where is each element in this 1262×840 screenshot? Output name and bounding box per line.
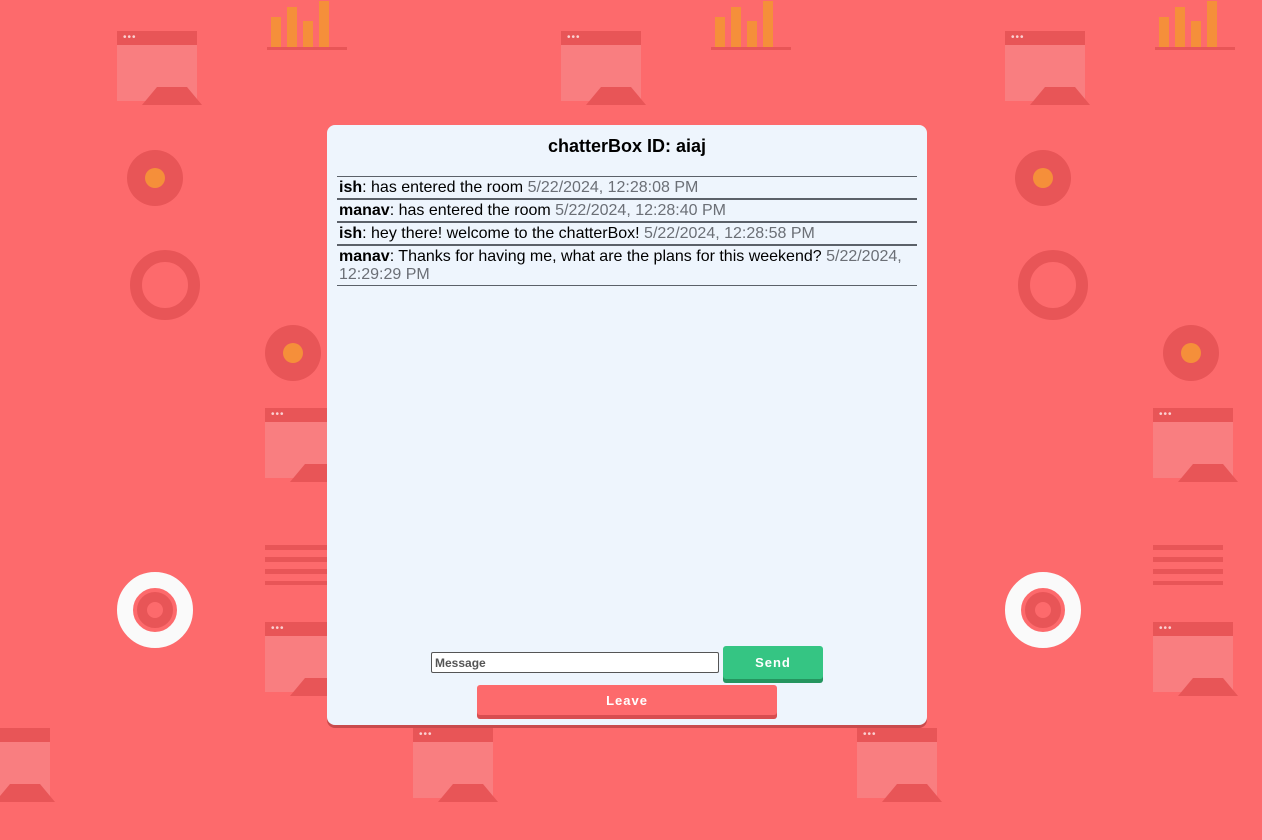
window-icon: ••• [1005, 31, 1090, 105]
message-sender: ish [339, 179, 363, 196]
bar-chart-icon [1155, 0, 1235, 50]
gear-icon [265, 325, 321, 381]
magnet-icon [130, 250, 200, 320]
message-text: : has entered the room [362, 179, 528, 196]
window-icon: ••• [117, 31, 202, 105]
chat-title: chatterBox ID: aiaj [547, 136, 707, 156]
message-text: : hey there! welcome to the chatterBox! [362, 225, 645, 242]
magnet-icon [1018, 250, 1088, 320]
message-sender: manav [339, 248, 390, 265]
message-item: manav: Thanks for having me, what are th… [337, 244, 917, 286]
composer: Send Leave [327, 646, 927, 715]
message-timestamp: 5/22/2024, 12:28:58 PM [644, 225, 815, 242]
lifebuoy-icon [117, 572, 193, 648]
gear-icon [1163, 325, 1219, 381]
text-lines-icon [265, 545, 335, 585]
message-sender: manav [339, 202, 390, 219]
window-icon: ••• [413, 728, 498, 802]
search-window-icon: ••• [1153, 408, 1238, 482]
message-text: : Thanks for having me, what are the pla… [389, 248, 827, 265]
message-item: manav: has entered the room 5/22/2024, 1… [337, 198, 917, 221]
chat-panel: chatterBox ID: aiaj ish: has entered the… [327, 125, 927, 725]
leave-button[interactable]: Leave [477, 685, 777, 715]
network-icon [1015, 150, 1071, 206]
window-icon: ••• [0, 728, 55, 802]
network-icon [127, 150, 183, 206]
message-text: : has entered the room [389, 202, 556, 219]
window-icon: ••• [857, 728, 942, 802]
message-item: ish: hey there! welcome to the chatterBo… [337, 221, 917, 244]
bar-chart-icon [267, 0, 347, 50]
message-sender: ish [339, 225, 363, 242]
message-timestamp: 5/22/2024, 12:28:40 PM [555, 202, 726, 219]
message-list[interactable]: ish: has entered the room 5/22/2024, 12:… [337, 176, 917, 626]
window-icon: ••• [561, 31, 646, 105]
message-timestamp: 5/22/2024, 12:28:08 PM [527, 179, 699, 196]
send-button[interactable]: Send [723, 646, 823, 679]
text-lines-icon [1153, 545, 1223, 585]
message-input[interactable] [431, 652, 719, 673]
lifebuoy-icon [1005, 572, 1081, 648]
window-icon: ••• [1153, 622, 1238, 696]
bar-chart-icon [711, 0, 791, 50]
message-item: ish: has entered the room 5/22/2024, 12:… [337, 176, 917, 198]
